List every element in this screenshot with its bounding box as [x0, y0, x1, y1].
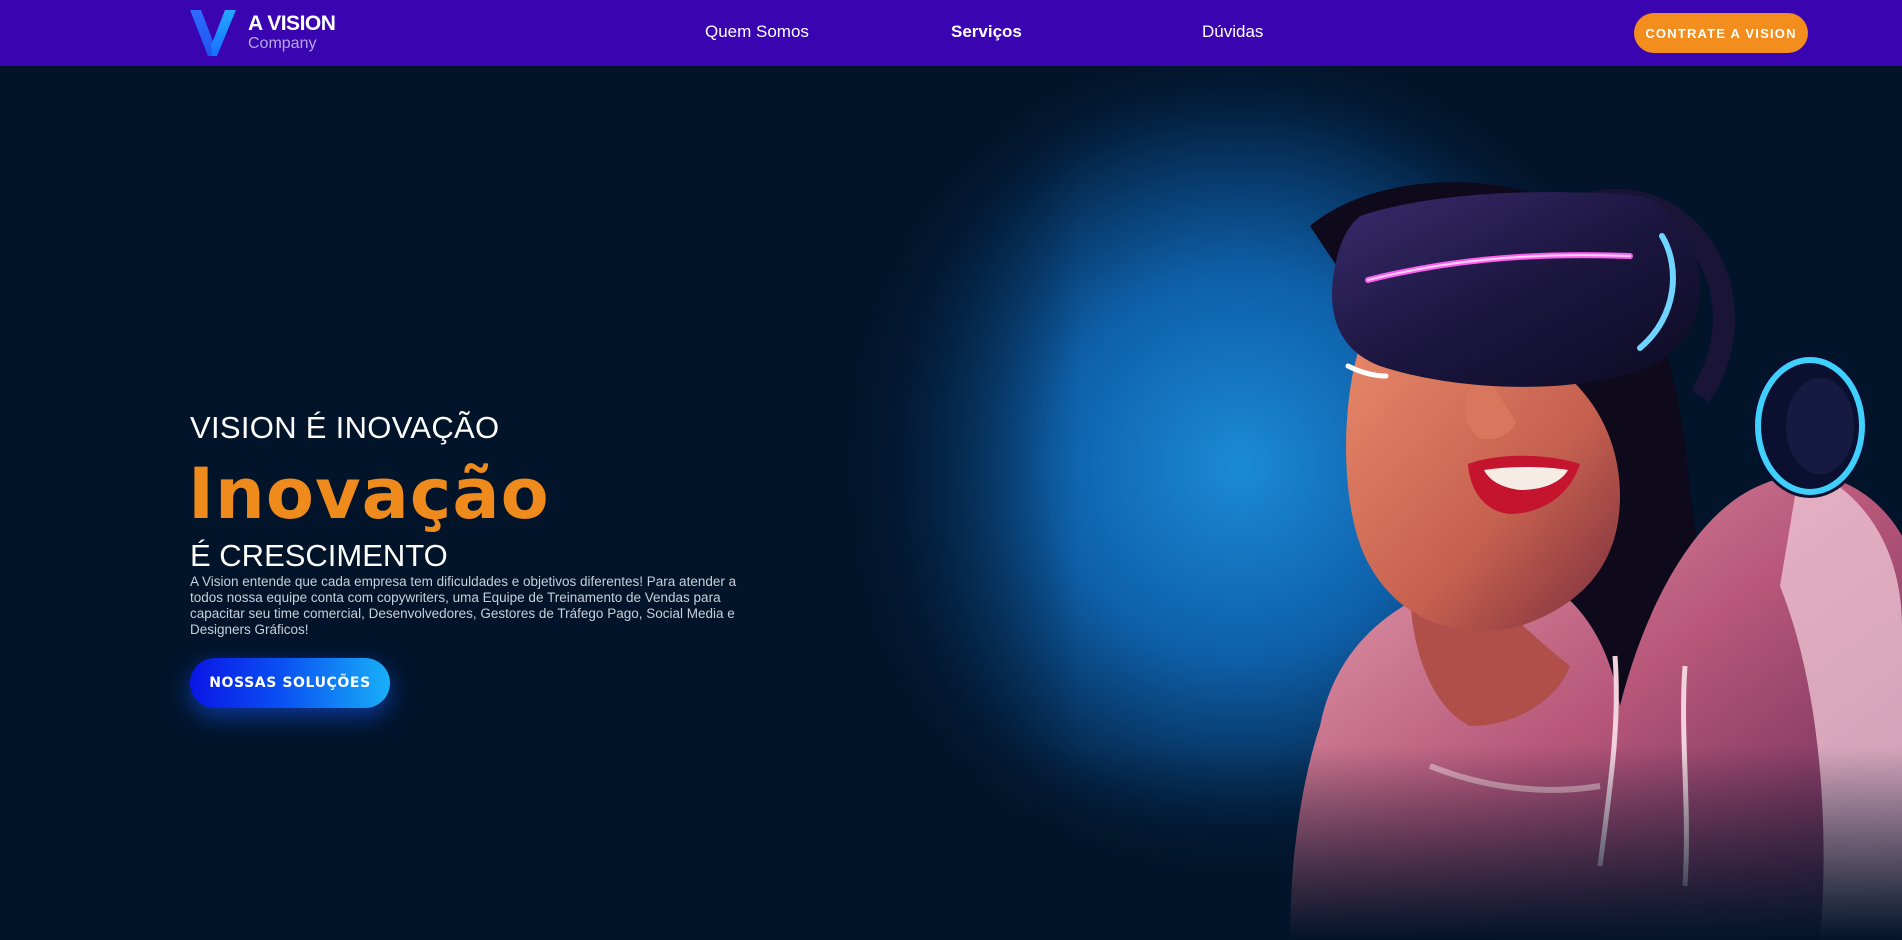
- hero-description: A Vision entende que cada empresa tem di…: [190, 574, 737, 637]
- hero-subheadline: É CRESCIMENTO: [190, 538, 448, 573]
- hero-image: [820, 66, 1902, 940]
- nav-link-servicos[interactable]: Serviços: [951, 22, 1022, 42]
- nav-link-quem-somos[interactable]: Quem Somos: [705, 22, 809, 42]
- nav-link-duvidas[interactable]: Dúvidas: [1202, 22, 1263, 42]
- top-navbar: A VISION Company Quem Somos Serviços Dúv…: [0, 0, 1902, 66]
- brand-tagline: Company: [248, 35, 317, 52]
- v-logo-icon: [190, 10, 236, 56]
- hero-eyebrow: VISION É INOVAÇÃO: [190, 410, 500, 445]
- contract-vision-button[interactable]: CONTRATE A VISION: [1634, 13, 1808, 53]
- brand-name: A VISION: [248, 12, 336, 35]
- brand-logo-link[interactable]: A VISION Company: [190, 10, 350, 58]
- our-solutions-button[interactable]: NOSSAS SOLUÇÕES: [190, 658, 390, 708]
- hero-headline: Inovação: [188, 453, 550, 535]
